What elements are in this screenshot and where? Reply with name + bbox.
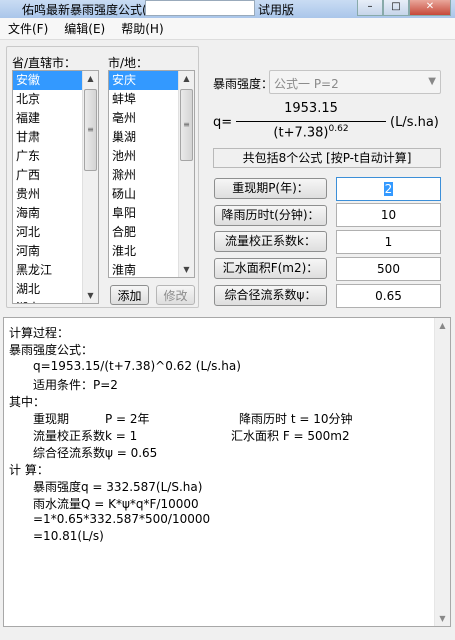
city-listbox[interactable]: 安庆蚌埠亳州巢湖池州滁州砀山阜阳合肥淮北淮南黄山 ▲ ≡ ▼	[108, 70, 195, 278]
calc-line: 暴雨强度公式：	[9, 343, 94, 357]
window-controls: – □ ✕	[357, 0, 451, 16]
menu-file[interactable]: 文件(F)	[0, 20, 56, 37]
calc-line: 暴雨强度q = 332.587(L/S.ha)	[33, 480, 203, 494]
formula-lhs: q=	[213, 115, 233, 130]
calculation-output[interactable]: 计算过程： 暴雨强度公式： q=1953.15/(t+7.38)^0.62 (L…	[3, 317, 451, 627]
city-scrollbar[interactable]: ▲ ≡ ▼	[178, 71, 194, 277]
intensity-label: 暴雨强度：	[213, 77, 274, 91]
city-label: 市/地：	[108, 56, 149, 70]
calc-line: 计 算：	[9, 463, 49, 477]
catchment-area-button[interactable]: 汇水面积F(m2)：	[214, 258, 327, 279]
formula-denominator-base: (t+7.38)	[273, 125, 329, 141]
formula-exponent: 0.62	[328, 124, 349, 134]
calc-line: 适用条件：P=2	[33, 378, 118, 392]
scroll-down-icon[interactable]: ▼	[83, 288, 98, 303]
duration-button[interactable]: 降雨历时t(分钟)：	[214, 205, 327, 226]
chevron-down-icon[interactable]: ▼	[428, 76, 436, 87]
scroll-down-icon[interactable]: ▼	[435, 611, 450, 626]
calc-line: 流量校正系数k = 1	[33, 429, 138, 443]
province-scrollbar[interactable]: ▲ ≡ ▼	[82, 71, 98, 303]
scroll-up-icon[interactable]: ▲	[435, 318, 450, 333]
maximize-icon[interactable]: □	[383, 0, 409, 16]
minimize-icon[interactable]: –	[357, 0, 383, 16]
calc-line: 汇水面积 F = 500m2	[231, 429, 350, 443]
flow-coefficient-button[interactable]: 流量校正系数k：	[214, 231, 327, 252]
return-period-button[interactable]: 重现期P(年)：	[214, 178, 327, 199]
calc-line: 计算过程：	[9, 326, 70, 340]
output-scrollbar[interactable]: ▲ ▼	[434, 318, 450, 626]
formula-info: 共包括8个公式 [按P-t自动计算]	[213, 148, 441, 168]
calc-line: 重现期	[33, 412, 70, 426]
calc-line: 综合径流系数ψ = 0.65	[33, 446, 158, 460]
return-period-value: 2	[383, 182, 394, 196]
calc-line: q=1953.15/(t+7.38)^0.62 (L/s.ha)	[33, 359, 241, 373]
scroll-down-icon[interactable]: ▼	[179, 262, 194, 277]
formula-numerator: 1953.15	[284, 101, 338, 116]
calc-line: 雨水流量Q = K*ψ*q*F/10000	[33, 497, 199, 511]
calc-line: =1*0.65*332.587*500/10000	[33, 512, 211, 526]
calc-line: 降雨历时 t = 10分钟	[239, 412, 353, 426]
edit-button[interactable]: 修改	[156, 285, 195, 305]
runoff-coefficient-input[interactable]: 0.65	[336, 284, 441, 308]
fraction-bar	[236, 121, 386, 122]
formula-select-value: 公式一 P=2	[274, 77, 339, 91]
formula-select[interactable]: 公式一 P=2 ▼	[269, 70, 441, 94]
duration-input[interactable]: 10	[336, 203, 441, 227]
formula-denominator: (t+7.38)0.62	[236, 124, 386, 140]
title-bar: 佑鸣最新暴雨强度公式(V 试用版 – □ ✕	[0, 0, 455, 18]
return-period-input[interactable]: 2	[336, 177, 441, 201]
calc-line: 其中：	[9, 395, 46, 409]
flow-coefficient-input[interactable]: 1	[336, 230, 441, 254]
calc-line: =10.81(L/s)	[33, 529, 104, 543]
title-obscured-field	[145, 0, 255, 16]
add-button[interactable]: 添加	[110, 285, 149, 305]
menu-bar: 文件(F) 编辑(E) 帮助(H)	[0, 18, 455, 40]
province-label: 省/直辖市：	[12, 56, 77, 70]
status-bar	[0, 630, 455, 640]
menu-edit[interactable]: 编辑(E)	[56, 20, 113, 37]
close-icon[interactable]: ✕	[409, 0, 451, 16]
scroll-up-icon[interactable]: ▲	[179, 71, 194, 86]
scroll-up-icon[interactable]: ▲	[83, 71, 98, 86]
runoff-coefficient-button[interactable]: 综合径流系数ψ：	[214, 285, 327, 306]
menu-help[interactable]: 帮助(H)	[113, 20, 171, 37]
province-listbox[interactable]: 安徽北京福建甘肃广东广西贵州海南河北河南黑龙江湖北湖南 ▲ ≡ ▼	[12, 70, 99, 304]
window-title-suffix: 试用版	[258, 3, 295, 17]
catchment-area-input[interactable]: 500	[336, 257, 441, 281]
formula-unit: (L/s.ha)	[390, 115, 439, 130]
scroll-thumb[interactable]: ≡	[180, 89, 193, 161]
calc-line: P = 2年	[105, 412, 150, 426]
scroll-thumb[interactable]: ≡	[84, 89, 97, 171]
window-title: 佑鸣最新暴雨强度公式(V	[22, 3, 155, 17]
